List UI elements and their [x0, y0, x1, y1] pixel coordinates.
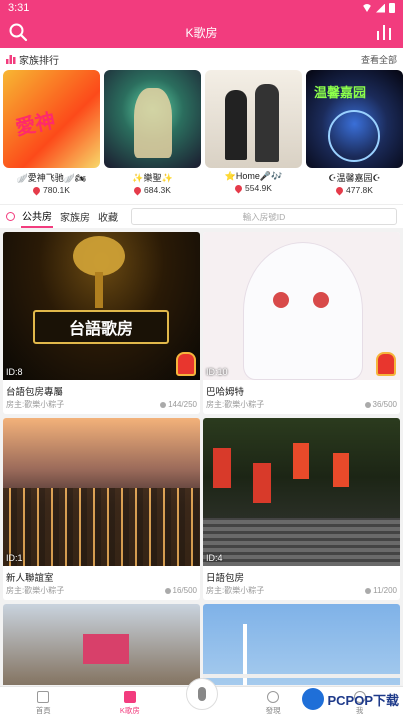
family-score: 684.3K: [144, 185, 171, 195]
family-ranking: 家族排行 查看全部 愛神 🪽愛神飞驰🪽🏍 780.1K ✨樂聖✨ 684.3K: [0, 48, 403, 204]
heart-icon: [334, 185, 345, 195]
room-title: 台語包房專屬: [6, 387, 64, 398]
room-id-search-input[interactable]: 輸入房號ID: [131, 208, 397, 225]
tab-family-room[interactable]: 家族房: [59, 206, 91, 227]
wifi-icon: [362, 4, 372, 12]
room-card[interactable]: [3, 604, 200, 685]
family-card[interactable]: ⭐Home🎤🎶 554.9K: [205, 70, 302, 195]
room-card[interactable]: 台語歌房 ID:8 台語包房專屬 房主:歡樂小粽子 144/250: [3, 232, 200, 414]
family-section-title: 家族排行: [19, 55, 59, 67]
heart-icon: [233, 183, 244, 193]
home-icon: [37, 691, 50, 703]
compass-icon: [267, 691, 280, 703]
room-title: 日語包房: [206, 573, 245, 584]
room-cover-image: [3, 604, 200, 685]
room-id: ID:8: [6, 367, 23, 377]
family-card[interactable]: 温馨嘉园 ☪温馨嘉园☪ 477.8K: [306, 70, 403, 195]
room-cover-image: ID:1: [3, 418, 200, 566]
nav-home[interactable]: 首頁: [8, 691, 78, 716]
watermark: PCPOP下载: [302, 688, 399, 710]
family-score: 477.8K: [346, 185, 373, 195]
room-owner: 房主:歡樂小粽子: [6, 586, 65, 595]
room-cover-image: 台語歌房 ID:8: [3, 232, 200, 380]
room-tabs: 公共房 家族房 收藏 輸入房號ID: [0, 204, 403, 228]
room-id: ID:1: [6, 553, 23, 563]
watermark-logo-icon: [302, 688, 325, 710]
room-cover-image: [203, 604, 400, 685]
room-title: 巴哈姆特: [206, 387, 245, 398]
room-owner: 房主:歡樂小粽子: [206, 400, 265, 409]
status-bar: 3:31: [0, 0, 403, 16]
room-cover-image: ID:10: [203, 232, 400, 380]
watermark-text: PCPOP下载: [327, 692, 399, 708]
app-screen: 3:31 K歌房 家族排行 查看全部 愛神 🪽愛神飞驰🪽🏍 780.1K ✨樂聖…: [0, 0, 403, 720]
room-card[interactable]: [203, 604, 400, 685]
filter-icon[interactable]: [6, 212, 15, 221]
room-owner: 房主:歡樂小粽子: [6, 400, 65, 409]
page-title: K歌房: [185, 25, 218, 40]
nav-discover[interactable]: 發現: [238, 691, 308, 716]
family-name: ⭐Home🎤🎶: [224, 171, 283, 181]
mic-button[interactable]: [186, 678, 218, 710]
family-score: 780.1K: [43, 185, 70, 195]
tv-icon: [123, 691, 136, 703]
nav-ktv-room[interactable]: K歌房: [95, 691, 165, 716]
app-bar: K歌房: [0, 16, 403, 48]
room-occupancy: 36/500: [365, 399, 397, 410]
microphone-icon: [198, 687, 206, 701]
tab-favorites[interactable]: 收藏: [97, 206, 119, 227]
family-name: 🪽愛神飞驰🪽🏍: [16, 173, 87, 183]
room-title: 新人聯誼室: [6, 573, 54, 584]
room-card[interactable]: ID:10 巴哈姆特 房主:歡樂小粽子 36/500: [203, 232, 400, 414]
room-card[interactable]: ID:4 日語包房 房主:歡樂小粽子 11/200: [203, 418, 400, 600]
nav-label: 發現: [265, 706, 281, 715]
family-cover-image: [104, 70, 201, 168]
room-grid: 台語歌房 ID:8 台語包房專屬 房主:歡樂小粽子 144/250 ID:10 …: [0, 230, 403, 685]
heart-icon: [31, 185, 42, 195]
nav-label: K歌房: [119, 706, 140, 715]
ranking-bars-icon[interactable]: [375, 23, 393, 41]
status-icons: [362, 3, 395, 13]
room-occupancy: 16/500: [165, 585, 197, 596]
nav-label: 首頁: [35, 706, 51, 715]
ranking-icon: [6, 55, 16, 64]
family-score: 554.9K: [245, 183, 272, 193]
room-occupancy: 11/200: [365, 585, 397, 596]
family-cover-image: [205, 70, 302, 168]
family-card[interactable]: 愛神 🪽愛神飞驰🪽🏍 780.1K: [3, 70, 100, 195]
battery-icon: [389, 3, 395, 13]
mascot-icon: [176, 352, 196, 376]
room-cover-image: ID:4: [203, 418, 400, 566]
room-owner: 房主:歡樂小粽子: [206, 586, 265, 595]
room-id: ID:4: [206, 553, 223, 563]
family-name: ☪温馨嘉园☪: [328, 173, 381, 183]
family-ranking-header: 家族排行 查看全部: [0, 48, 403, 70]
status-time: 3:31: [8, 2, 30, 14]
family-cover-image: 愛神: [3, 70, 100, 168]
tab-public-room[interactable]: 公共房: [21, 205, 53, 228]
search-icon[interactable]: [8, 22, 28, 42]
room-card[interactable]: ID:1 新人聯誼室 房主:歡樂小粽子 16/500: [3, 418, 200, 600]
mascot-icon: [376, 352, 396, 376]
room-banner-text: 台語歌房: [68, 321, 133, 338]
family-card[interactable]: ✨樂聖✨ 684.3K: [104, 70, 201, 195]
room-id: ID:10: [206, 367, 228, 377]
signal-icon: [376, 3, 385, 13]
heart-icon: [132, 185, 143, 195]
family-cover-image: 温馨嘉园: [306, 70, 403, 168]
family-name: ✨樂聖✨: [132, 173, 173, 183]
view-all-link[interactable]: 查看全部: [361, 53, 397, 66]
room-occupancy: 144/250: [160, 399, 197, 410]
